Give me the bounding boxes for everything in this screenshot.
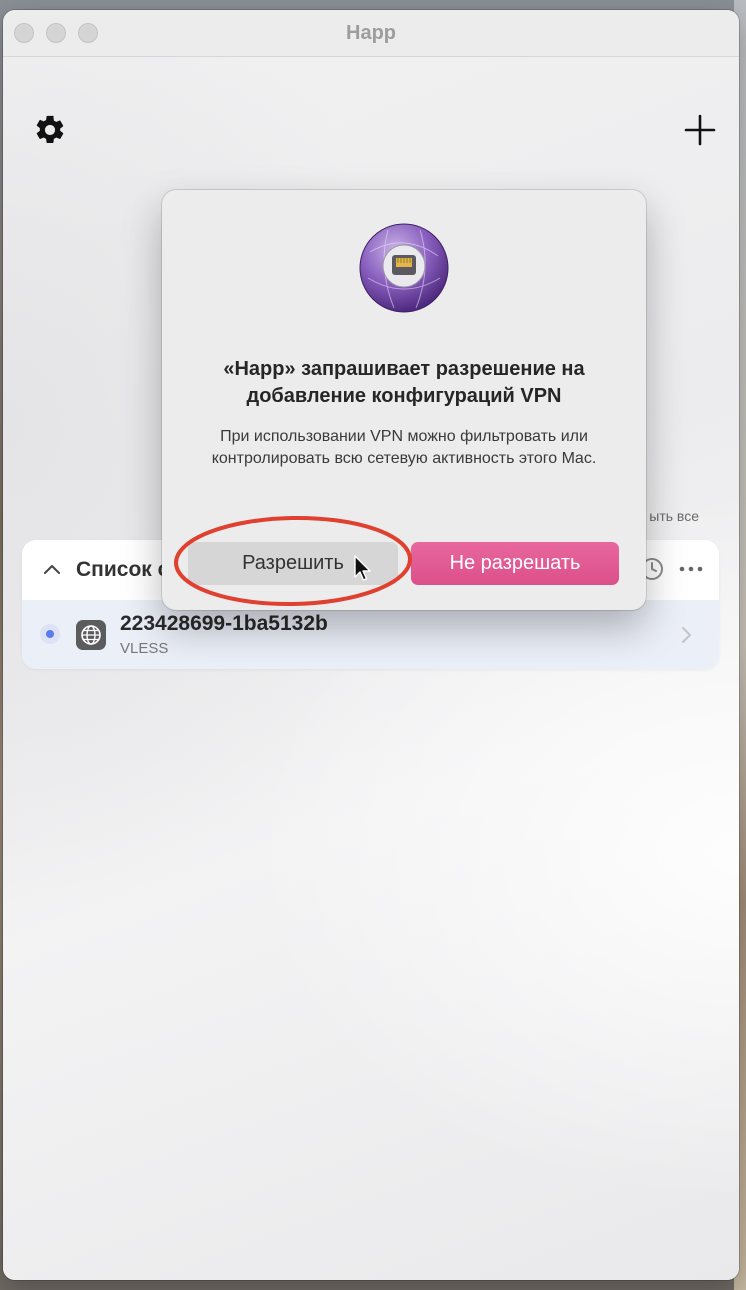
more-options-icon[interactable] xyxy=(677,558,705,580)
chevron-right-icon xyxy=(682,627,691,643)
settings-button[interactable] xyxy=(33,113,67,147)
plus-icon xyxy=(684,114,716,146)
chevron-up-icon[interactable] xyxy=(42,560,62,580)
server-name: 223428699-1ba5132b xyxy=(120,612,328,635)
globe-icon xyxy=(76,620,106,650)
allow-button[interactable]: Разрешить xyxy=(188,542,398,585)
gear-icon xyxy=(36,115,64,144)
selected-indicator[interactable] xyxy=(40,624,60,644)
server-protocol: VLESS xyxy=(120,640,169,657)
title-bar: Happ xyxy=(3,10,739,57)
vpn-permission-dialog: «Happ» запрашивает разрешение на добавле… xyxy=(162,190,646,610)
window-title: Happ xyxy=(346,22,396,44)
add-server-button[interactable] xyxy=(683,113,717,147)
server-row[interactable]: 223428699-1ba5132b VLESS xyxy=(22,600,719,669)
network-prefs-icon xyxy=(359,223,449,313)
dialog-title: «Happ» запрашивает разрешение на добавле… xyxy=(223,358,585,407)
server-list-title: Список с xyxy=(76,558,170,581)
deny-button[interactable]: Не разрешать xyxy=(411,542,619,585)
dialog-message: При использовании VPN можно фильтровать … xyxy=(211,428,597,467)
